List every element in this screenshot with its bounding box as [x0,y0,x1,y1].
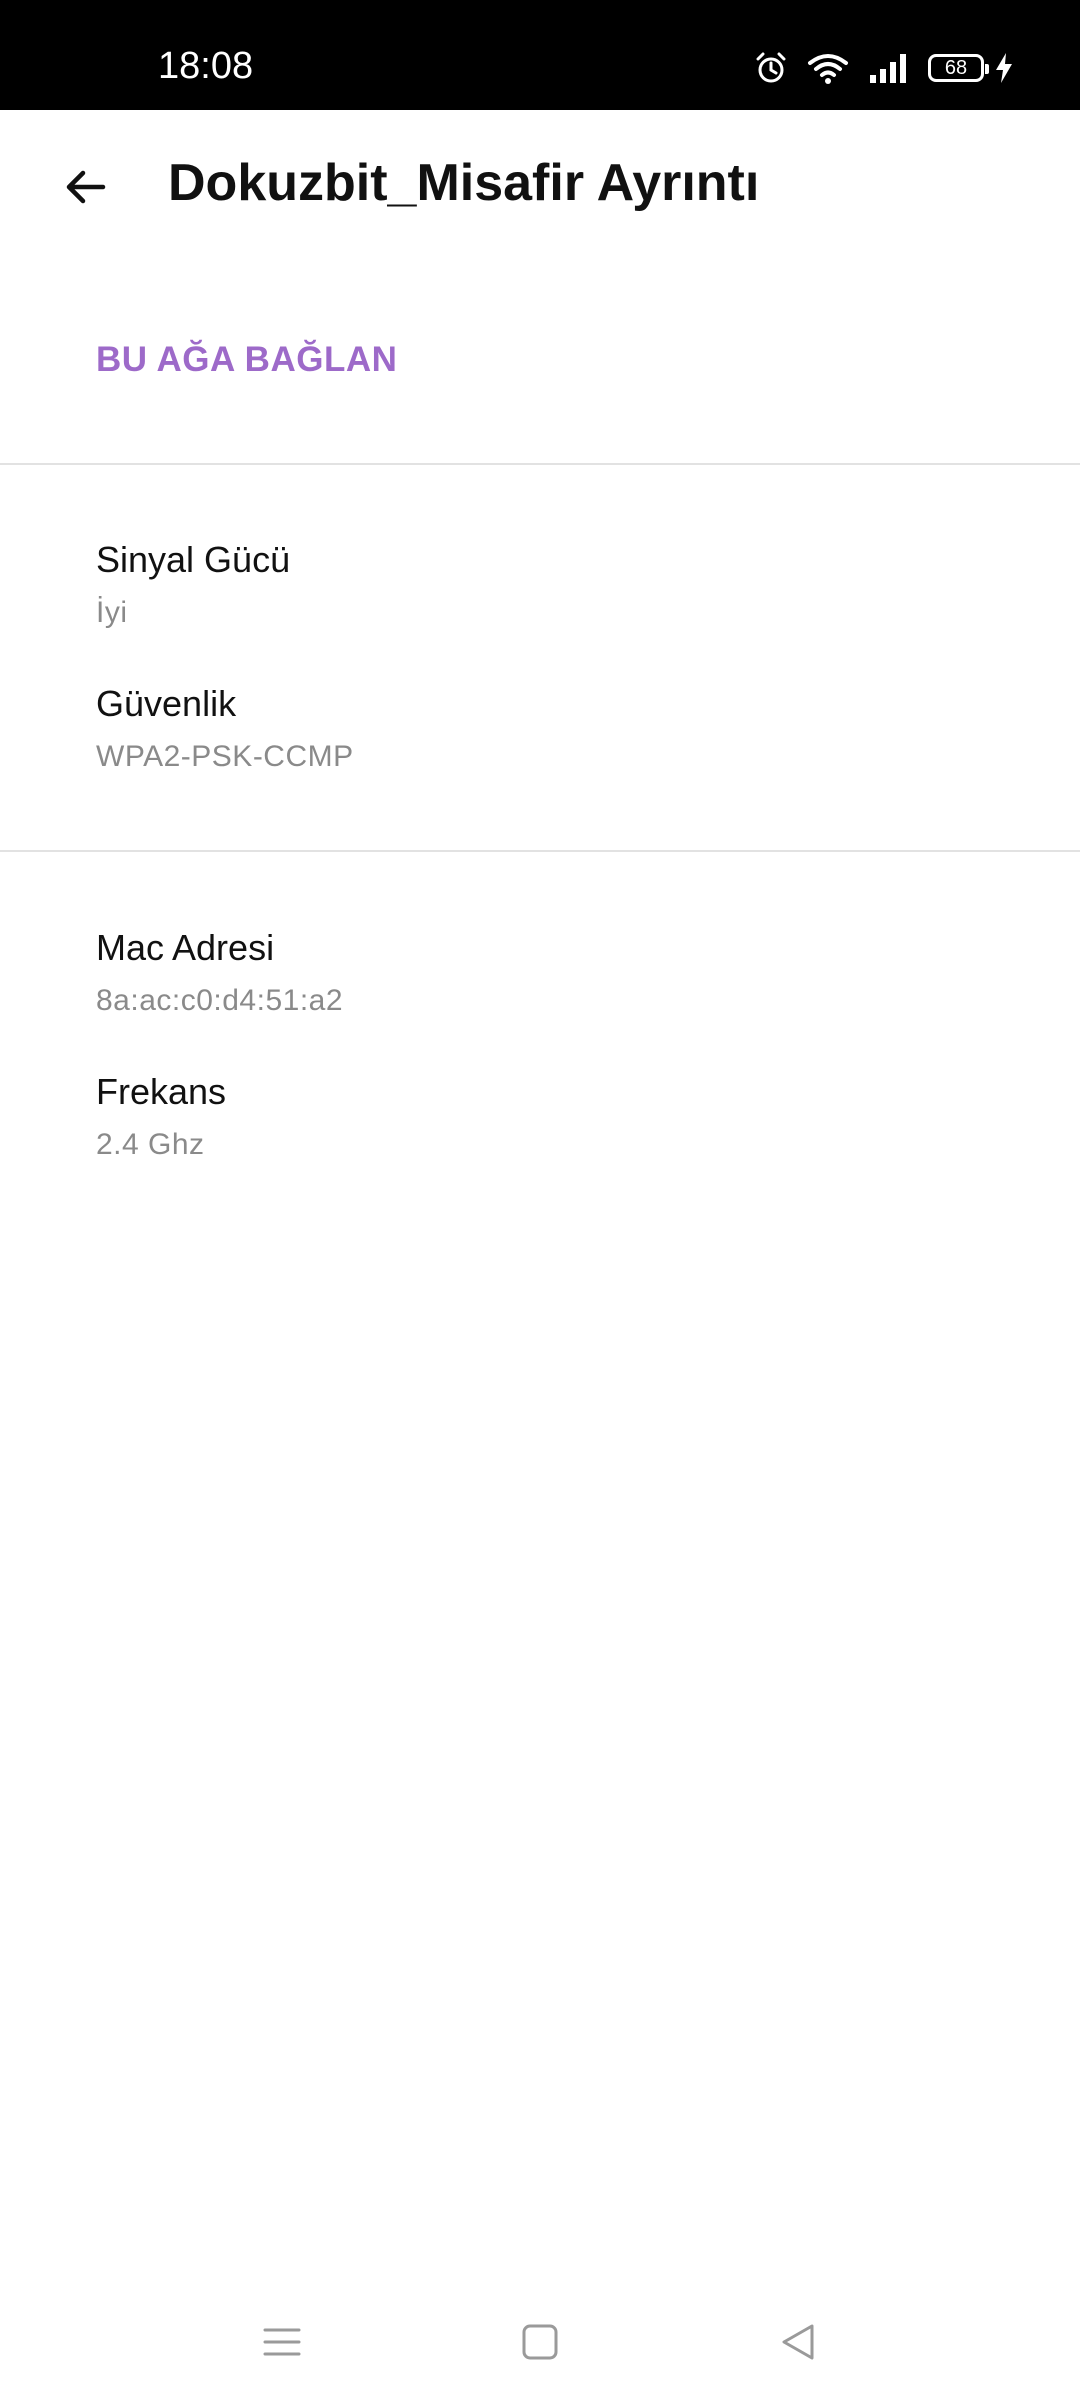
security-item: Güvenlik WPA2-PSK-CCMP [96,680,354,780]
frequency-value: 2.4 Ghz [96,1128,205,1161]
arrow-back-icon [66,170,106,204]
frequency-label: Frekans [96,1071,227,1112]
battery-icon: 68 [928,54,989,82]
back-triangle-icon [782,2324,814,2360]
security-value: WPA2-PSK-CCMP [96,740,354,773]
signal-icon [868,51,910,85]
signal-strength-label: Sinyal Gücü [96,539,291,580]
connect-button[interactable]: BU AĞA BAĞLAN [96,336,397,384]
back-nav-button[interactable] [758,2302,838,2382]
security-label: Güvenlik [96,683,237,724]
navigation-bar [0,2280,1080,2386]
status-bar: 18:08 68 [0,0,1080,110]
divider [0,463,1080,465]
signal-strength-item: Sinyal Gücü İyi [96,536,290,636]
alarm-icon [754,51,788,85]
signal-strength-value: İyi [96,596,128,629]
home-button[interactable] [500,2302,580,2382]
mac-address-value: 8a:ac:c0:d4:51:a2 [96,984,344,1017]
divider [0,850,1080,852]
status-icons: 68 [736,46,1014,90]
back-button[interactable] [40,142,130,232]
recent-apps-button[interactable] [242,2302,322,2382]
app-bar: Dokuzbit_Misafir Ayrıntı [0,110,1080,260]
frequency-item: Frekans 2.4 Ghz [96,1068,226,1168]
page-title: Dokuzbit_Misafir Ayrıntı [168,154,760,212]
mac-address-item: Mac Adresi 8a:ac:c0:d4:51:a2 [96,924,343,1024]
wifi-icon [806,51,850,85]
menu-icon [263,2328,301,2356]
home-icon [522,2324,558,2360]
status-time: 18:08 [158,45,254,87]
battery-level: 68 [944,56,968,79]
mac-address-label: Mac Adresi [96,927,275,968]
charging-icon [994,51,1014,85]
